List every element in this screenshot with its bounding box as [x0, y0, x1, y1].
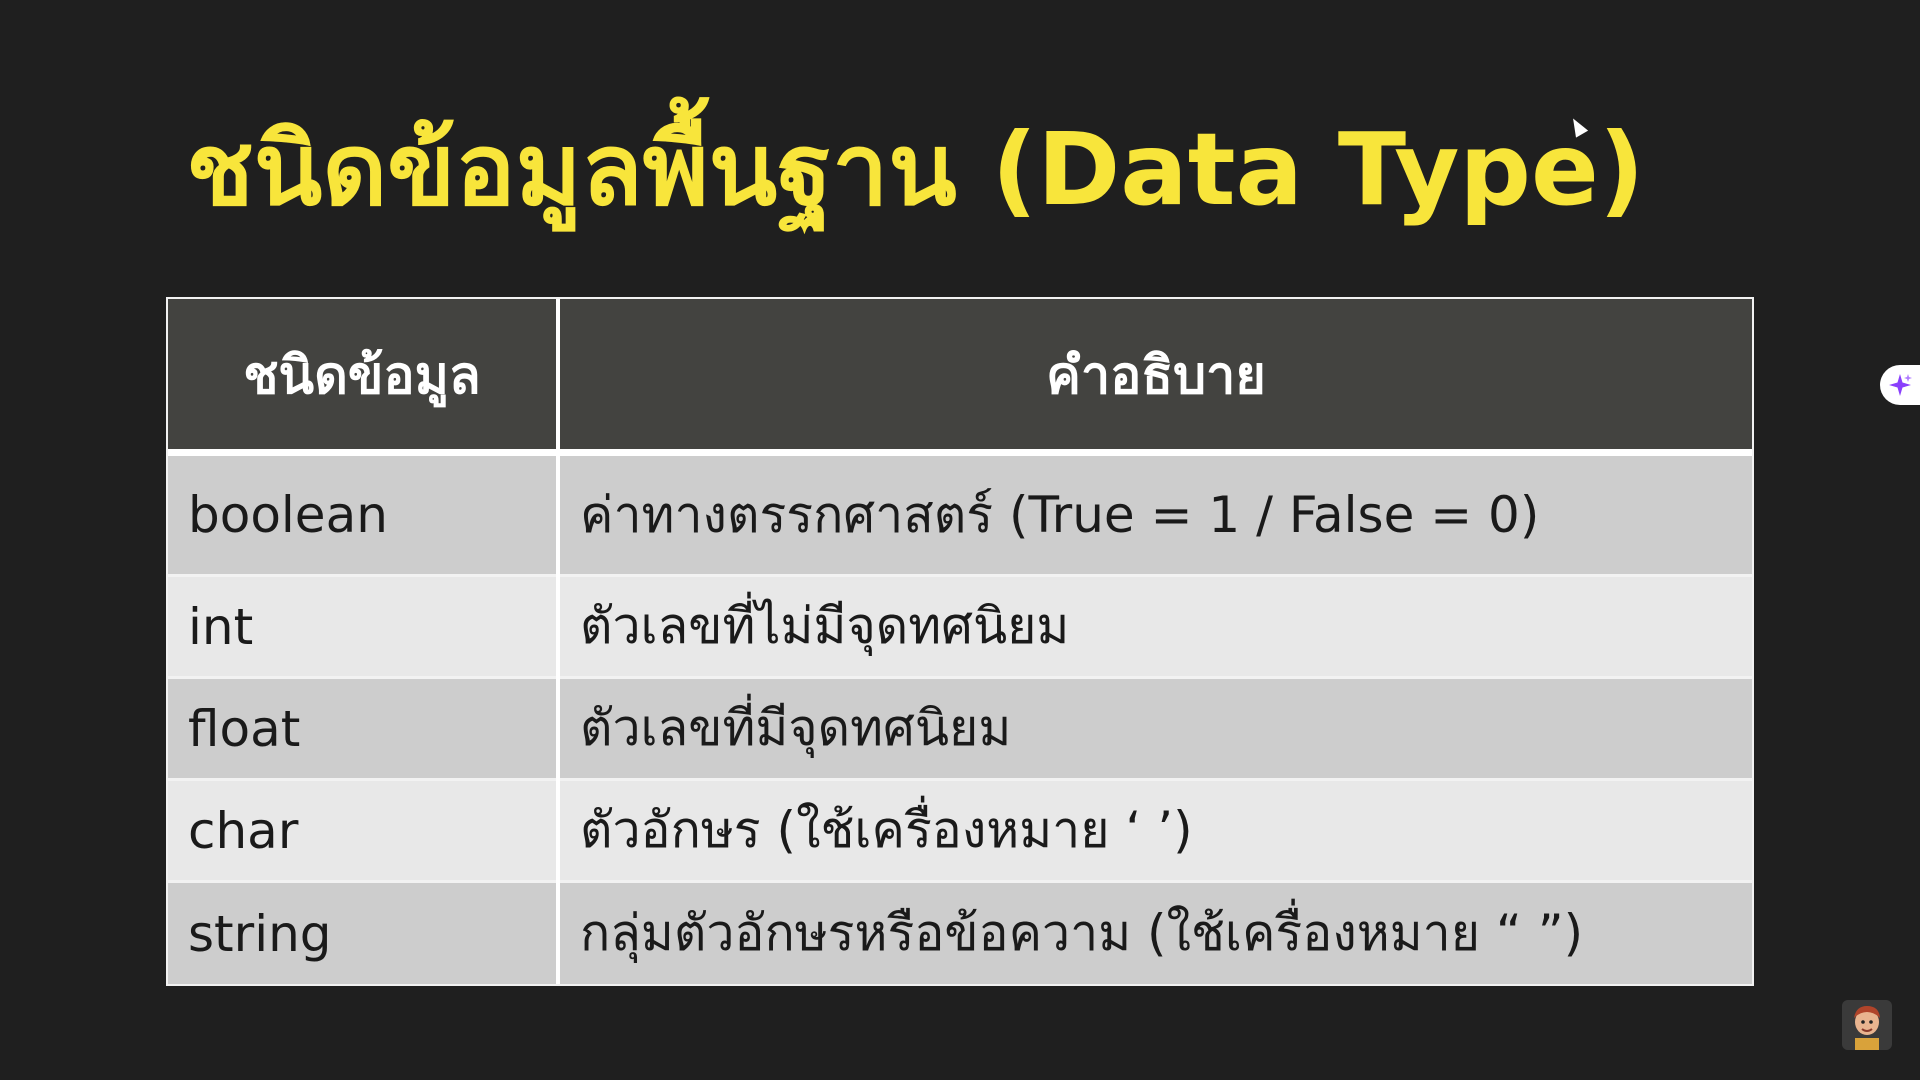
- cell-description: ตัวอักษร (ใช้เครื่องหมาย ‘ ’): [556, 778, 1752, 882]
- header-description: คำอธิบาย: [556, 299, 1752, 456]
- cell-description: ตัวเลขที่มีจุดทศนิยม: [556, 676, 1752, 780]
- ai-assistant-button[interactable]: [1880, 365, 1920, 405]
- cell-description: ตัวเลขที่ไม่มีจุดทศนิยม: [556, 574, 1752, 678]
- cell-type: boolean: [168, 450, 558, 576]
- table-row: string กลุ่มตัวอักษรหรือข้อความ (ใช้เครื…: [168, 880, 1752, 984]
- cell-type: int: [168, 574, 558, 678]
- sparkle-icon: [1889, 374, 1912, 396]
- table-row: char ตัวอักษร (ใช้เครื่องหมาย ‘ ’): [168, 778, 1752, 882]
- table-row: float ตัวเลขที่มีจุดทศนิยม: [168, 676, 1752, 780]
- cell-type: char: [168, 778, 558, 882]
- cell-description: กลุ่มตัวอักษรหรือข้อความ (ใช้เครื่องหมาย…: [556, 880, 1752, 984]
- table-row: int ตัวเลขที่ไม่มีจุดทศนิยม: [168, 574, 1752, 678]
- cell-type: float: [168, 676, 558, 780]
- slide-canvas: ชนิดข้อมูลพื้นฐาน (Data Type) ชนิดข้อมูล…: [0, 0, 1920, 1080]
- table-header-row: ชนิดข้อมูล คำอธิบาย: [168, 299, 1752, 456]
- slide-title: ชนิดข้อมูลพื้นฐาน (Data Type): [186, 111, 1645, 228]
- data-type-table: ชนิดข้อมูล คำอธิบาย boolean ค่าทางตรรกศา…: [166, 297, 1754, 986]
- cell-type: string: [168, 880, 558, 984]
- cell-description: ค่าทางตรรกศาสตร์ (True = 1 / False = 0): [556, 450, 1752, 576]
- table-row: boolean ค่าทางตรรกศาสตร์ (True = 1 / Fal…: [168, 450, 1752, 576]
- header-data-type: ชนิดข้อมูล: [168, 299, 558, 456]
- presenter-avatar[interactable]: [1842, 1000, 1892, 1050]
- presenter-avatar-icon: [1842, 1000, 1892, 1050]
